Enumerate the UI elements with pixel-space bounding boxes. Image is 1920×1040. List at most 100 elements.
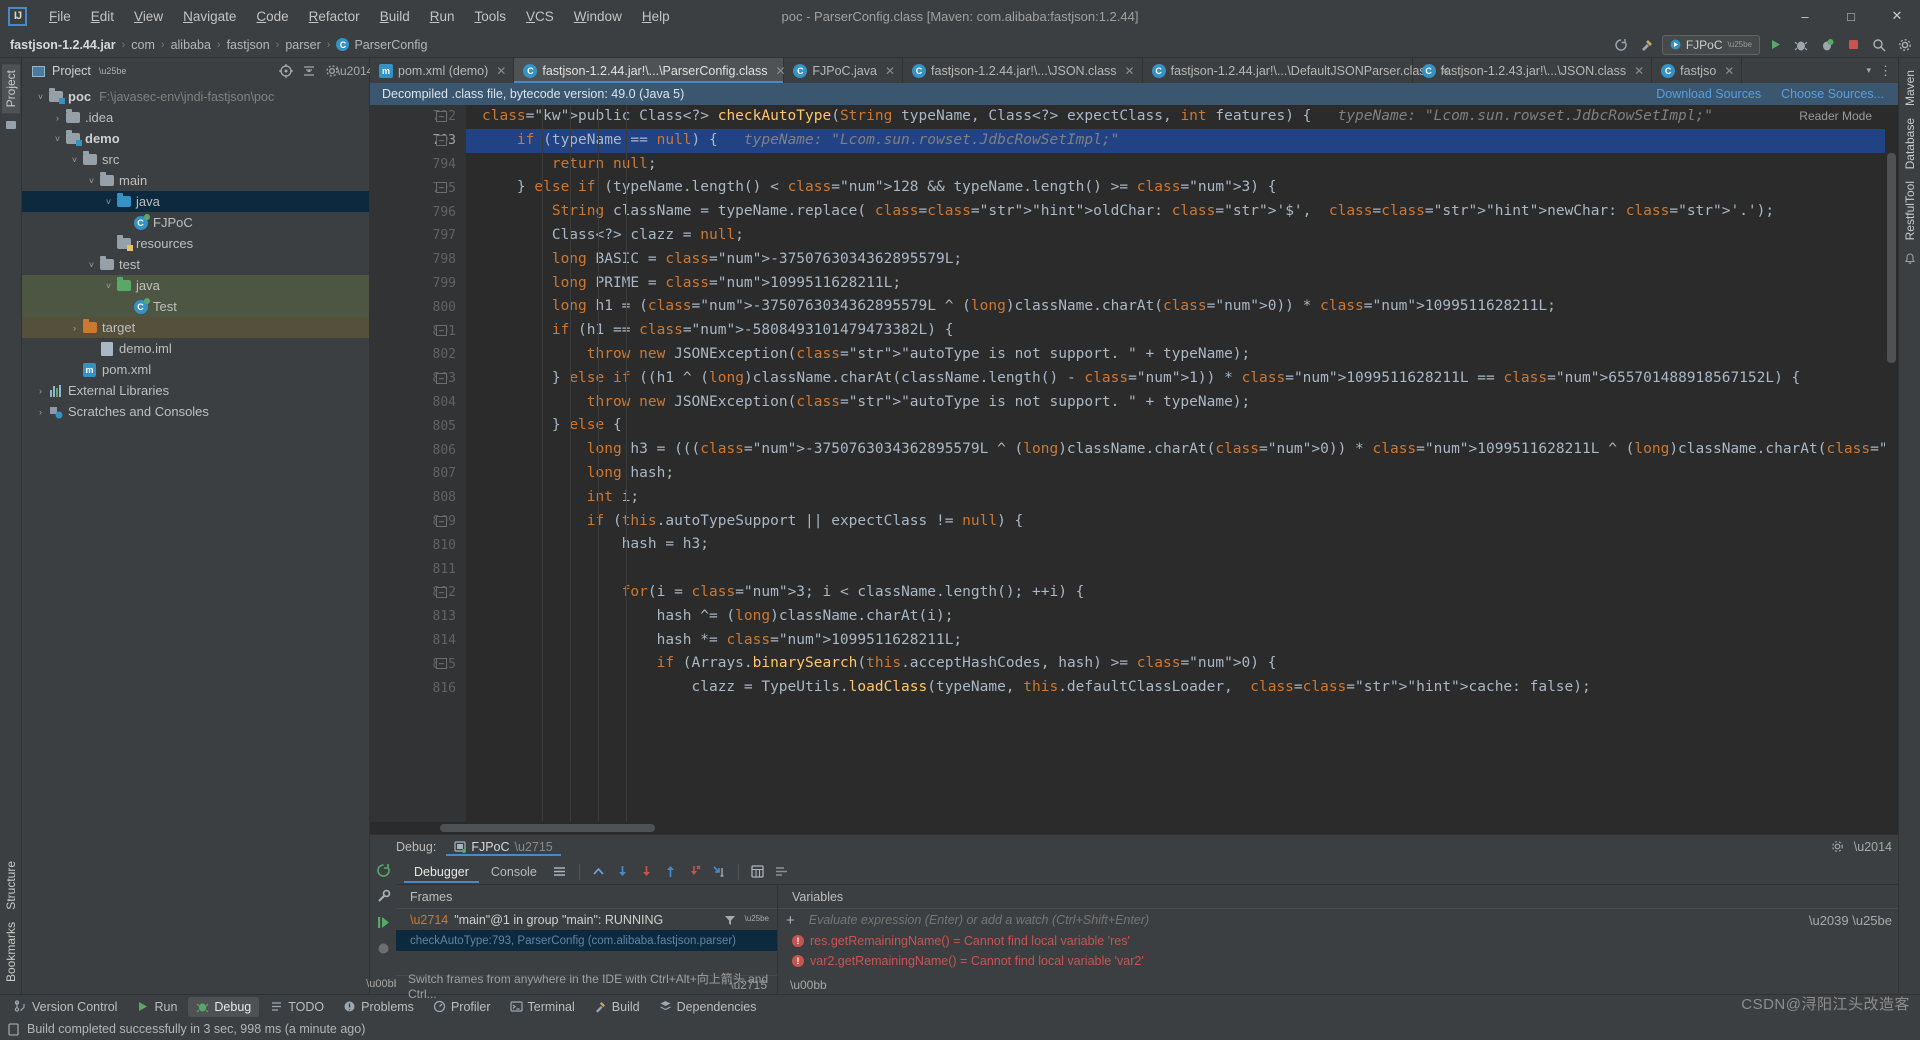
evaluate-expression-icon[interactable] <box>747 861 769 883</box>
sidebar-item-bookmarks[interactable]: Bookmarks <box>2 916 20 988</box>
line-number-813[interactable]: 813 <box>370 605 466 629</box>
tree-node-test[interactable]: C Test <box>22 296 369 317</box>
close-icon[interactable]: ✕ <box>496 64 506 78</box>
code-line-796[interactable]: String className = typeName.replace( cla… <box>482 200 1898 224</box>
bottom-tool-window-bar[interactable]: Version Control Run Debug TODO Problems Profi… <box>0 994 1920 1018</box>
chevron-down-icon[interactable]: ˅ <box>51 134 64 144</box>
sidebar-item-database[interactable]: Database <box>1901 112 1919 175</box>
settings-list-icon[interactable] <box>771 861 793 883</box>
code-line-801[interactable]: if (h1 == class="num">-58084931014794733… <box>482 319 1898 343</box>
more-actions-icon[interactable]: \u00bb <box>366 978 400 994</box>
line-number-806[interactable]: 806 <box>370 438 466 462</box>
debug-minimize-icon[interactable]: \u2014 <box>1854 840 1892 854</box>
line-number-803[interactable]: 803 <box>370 367 466 391</box>
sidebar-item-maven[interactable]: Maven <box>1901 64 1919 112</box>
hscrollbar-thumb[interactable] <box>440 824 655 832</box>
editor-vertical-scrollbar[interactable] <box>1885 105 1898 822</box>
editor-horizontal-scrollbar[interactable] <box>370 822 1898 834</box>
tree-node-test[interactable]: ˅ test <box>22 254 369 275</box>
chevron-right-icon[interactable]: › <box>34 386 47 396</box>
editor-tab-4[interactable]: Cfastjson-1.2.44.jar!\...\DefaultJSONPar… <box>1143 58 1450 83</box>
code-line-793[interactable]: if (typeName == null) { typeName: "Lcom.… <box>466 128 1898 153</box>
debug-session-tab[interactable]: FJPoC \u2715 <box>446 838 560 856</box>
close-icon[interactable]: \u2715 <box>515 840 553 854</box>
code-line-809[interactable]: if (this.autoTypeSupport || expectClass … <box>482 510 1898 534</box>
code-line-811[interactable] <box>482 557 1898 581</box>
step-over-icon[interactable] <box>612 861 634 883</box>
filter-icon[interactable] <box>724 914 736 926</box>
line-number-808[interactable]: 808 <box>370 486 466 510</box>
line-number-812[interactable]: 812 <box>370 581 466 605</box>
chevron-down-icon[interactable]: \u25be <box>745 914 769 926</box>
toolwindow-run[interactable]: Run <box>128 997 185 1017</box>
toolwindow-debug[interactable]: Debug <box>188 996 260 1017</box>
code-line-798[interactable]: long BASIC = class="num">-37507630343628… <box>482 248 1898 272</box>
line-number-810[interactable]: 810 <box>370 533 466 557</box>
search-everywhere-icon[interactable] <box>1868 35 1890 55</box>
settings-wrench-icon[interactable] <box>376 889 391 904</box>
chevron-down-icon[interactable]: ▾ <box>1866 65 1871 76</box>
chevron-down-icon[interactable]: \u25be <box>99 66 127 76</box>
code-line-800[interactable]: long h1 = (class="num">-3750763034362895… <box>482 295 1898 319</box>
tree-node-demo-iml[interactable]: demo.iml <box>22 338 369 359</box>
line-number-815[interactable]: 815 <box>370 652 466 676</box>
code-line-814[interactable]: hash *= class="num">1099511628211L; <box>482 629 1898 653</box>
editor-tab-0[interactable]: m pom.xml (demo) ✕ <box>370 58 515 83</box>
close-icon[interactable]: ✕ <box>1724 64 1734 78</box>
tree-node-external-libraries[interactable]: › External Libraries <box>22 380 369 401</box>
breadcrumb-item-alibaba[interactable]: alibaba <box>171 38 211 52</box>
tree-node-pom-xml[interactable]: m pom.xml <box>22 359 369 380</box>
line-number-801[interactable]: 801 <box>370 319 466 343</box>
code-line-808[interactable]: int i; <box>482 486 1898 510</box>
menu-code[interactable]: Code <box>246 6 298 27</box>
chevron-down-icon[interactable]: ˅ <box>34 92 47 102</box>
breadcrumb-item-fastjson[interactable]: fastjson <box>227 38 270 52</box>
code-line-792[interactable]: class="kw">public Class<?> checkAutoType… <box>482 105 1898 129</box>
editor-tab-6[interactable]: Cfastjso ✕ <box>1652 58 1743 83</box>
tree-node-scratches-and-consoles[interactable]: › Scratches and Consoles <box>22 401 369 422</box>
fold-marker-793[interactable]: – <box>436 134 447 146</box>
tree-node-src[interactable]: ˅ src <box>22 149 369 170</box>
code-editor[interactable]: 7927937947957967977987998008018028038048… <box>370 105 1898 822</box>
editor-tab-1[interactable]: Cfastjson-1.2.44.jar!\...\ParserConfig.c… <box>514 58 786 83</box>
code-line-799[interactable]: long PRIME = class="num">1099511628211L; <box>482 272 1898 296</box>
tree-node-target[interactable]: › target <box>22 317 369 338</box>
editor-tab-2[interactable]: C FJPoC.java ✕ <box>784 58 904 83</box>
mute-breakpoints-icon[interactable] <box>376 941 391 956</box>
chevron-right-icon[interactable]: › <box>68 323 81 333</box>
show-execution-point-icon[interactable] <box>588 861 610 883</box>
thread-row[interactable]: \u2714 "main"@1 in group "main": RUNNING… <box>396 909 777 930</box>
menu-window[interactable]: Window <box>564 6 632 27</box>
tree-node-poc[interactable]: ˅ poc F:\javasec-env\jndi-fastjson\poc <box>22 86 369 107</box>
debug-settings-icon[interactable] <box>1831 840 1844 854</box>
source-code[interactable]: class="kw">public Class<?> checkAutoType… <box>466 105 1898 700</box>
code-line-802[interactable]: throw new JSONException(class="str">"aut… <box>482 343 1898 367</box>
vcs-update-icon[interactable] <box>1610 35 1632 55</box>
variable-row-1[interactable]: ! var2.getRemainingName() = Cannot find l… <box>778 951 1898 971</box>
menu-navigate[interactable]: Navigate <box>173 6 246 27</box>
line-number-796[interactable]: 796 <box>370 200 466 224</box>
line-number-809[interactable]: 809 <box>370 510 466 534</box>
code-line-795[interactable]: } else if (typeName.length() < class="nu… <box>482 176 1898 200</box>
menu-vcs[interactable]: VCS <box>516 6 564 27</box>
editor-tabs[interactable]: m pom.xml (demo) ✕ Cfastjson-1.2.44.jar!\..… <box>370 58 1898 83</box>
minimize-button[interactable]: – <box>1782 0 1828 32</box>
layout-icon[interactable] <box>549 861 571 883</box>
run-button[interactable] <box>1764 35 1786 55</box>
run-configuration-selector[interactable]: FJPoC \u25be <box>1661 34 1760 55</box>
hide-panel-icon[interactable]: \u2014 <box>337 61 374 81</box>
editor-gutter[interactable]: 7927937947957967977987998008018028038048… <box>370 105 466 822</box>
menu-edit[interactable]: Edit <box>81 6 124 27</box>
breadcrumb-item-com[interactable]: com <box>131 38 155 52</box>
code-line-806[interactable]: long h3 = (((class="num">-37507630343628… <box>482 438 1898 462</box>
scroll-from-source-icon[interactable] <box>276 61 296 81</box>
line-number-797[interactable]: 797 <box>370 224 466 248</box>
line-number-816[interactable]: 816 <box>370 676 466 700</box>
tabs-menu-icon[interactable]: ⋮ <box>1879 63 1892 79</box>
code-line-803[interactable]: } else if ((h1 ^ (long)className.charAt(… <box>482 367 1898 391</box>
line-number-794[interactable]: 794 <box>370 153 466 177</box>
editor-tab-5[interactable]: Cfastjson-1.2.43.jar!\...\JSON.class ✕ <box>1413 58 1653 83</box>
menu-run[interactable]: Run <box>420 6 465 27</box>
close-icon[interactable]: ✕ <box>885 64 895 78</box>
chevron-down-icon[interactable]: ˅ <box>102 197 115 207</box>
